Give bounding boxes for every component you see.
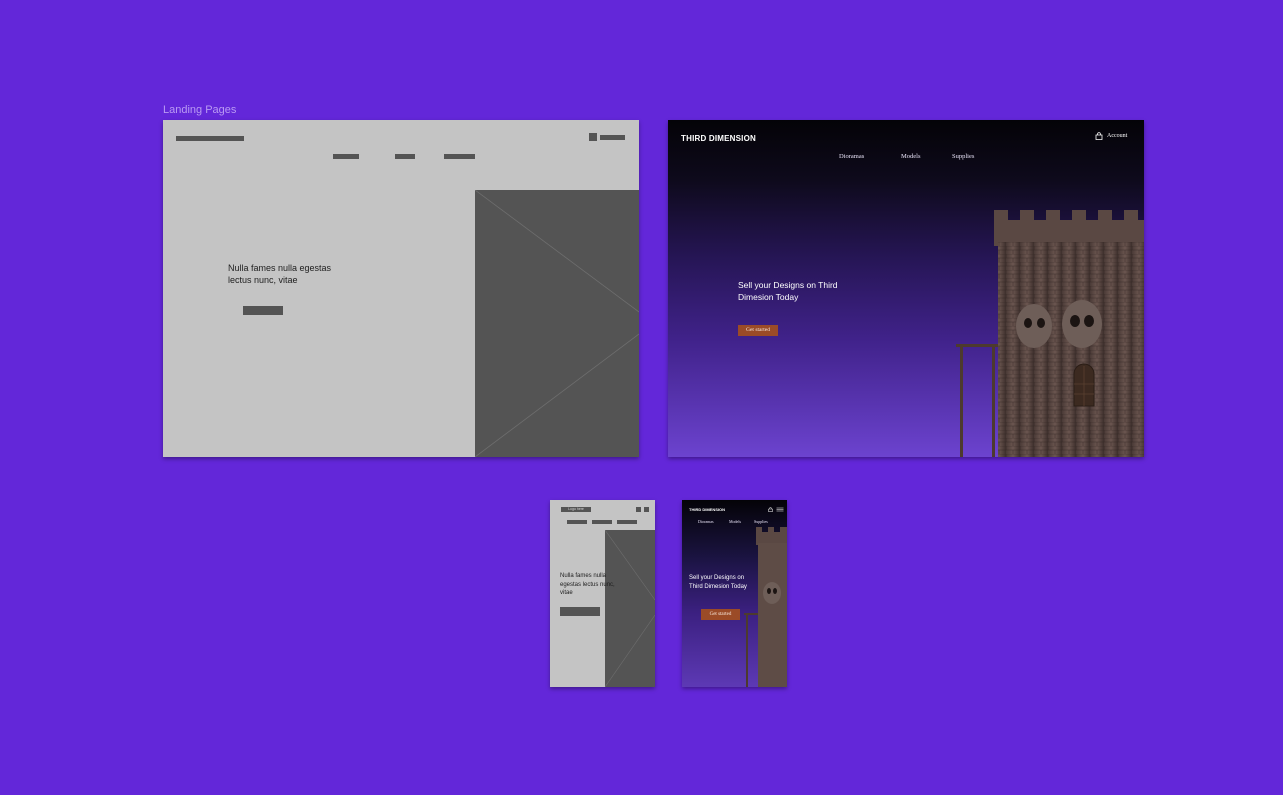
nav-placeholder-3: [444, 154, 475, 159]
brand-logo[interactable]: THIRD DIMENSION: [689, 507, 725, 512]
section-label: Landing Pages: [163, 104, 237, 116]
nav-supplies[interactable]: Supplies: [754, 519, 768, 524]
logo-placeholder-label: Logo here: [568, 507, 584, 511]
account-placeholder: [600, 135, 625, 140]
wireframe-button-placeholder: [243, 306, 283, 315]
tower-image: [744, 527, 787, 687]
nav-placeholder-1: [333, 154, 359, 159]
image-placeholder: [475, 190, 639, 457]
image-placeholder: [605, 530, 655, 687]
hero-title: Sell your Designs on Third Dimesion Toda…: [738, 280, 838, 302]
desktop-design-frame[interactable]: THIRD DIMENSION Account Dioramas Models …: [668, 120, 1144, 457]
account-link[interactable]: Account: [1095, 132, 1127, 140]
get-started-button[interactable]: Get started: [738, 325, 778, 336]
hero-title: Sell your Designs on Third Dimesion Toda…: [689, 575, 747, 590]
nav-dioramas[interactable]: Dioramas: [698, 519, 714, 524]
nav-placeholder-1: [567, 520, 587, 524]
nav-supplies[interactable]: Supplies: [952, 153, 974, 160]
nav-placeholder-2: [395, 154, 415, 159]
wireframe-hero-text: Nulla fames nulla egestas lectus nunc, v…: [560, 573, 615, 596]
nav-models[interactable]: Models: [901, 153, 921, 160]
placeholder-cross-lines: [605, 530, 655, 687]
icon-placeholder: [589, 133, 597, 141]
icon-placeholder-1: [636, 507, 641, 512]
desktop-wireframe-frame[interactable]: Nulla fames nulla egestas lectus nunc, v…: [163, 120, 639, 457]
nav-placeholder-2: [592, 520, 612, 524]
bag-icon[interactable]: [768, 507, 773, 512]
brand-logo[interactable]: THIRD DIMENSION: [681, 134, 756, 143]
get-started-button[interactable]: Get started: [701, 609, 740, 620]
nav-models[interactable]: Models: [729, 519, 741, 524]
tower-image: [956, 210, 1144, 457]
wireframe-hero-text: Nulla fames nulla egestas lectus nunc, v…: [228, 263, 332, 285]
bag-icon: [1095, 132, 1103, 140]
nav-placeholder-3: [617, 520, 637, 524]
mobile-wireframe-frame[interactable]: Logo here Nulla fames nulla egestas lect…: [550, 500, 655, 687]
menu-icon[interactable]: [776, 507, 784, 512]
nav-dioramas[interactable]: Dioramas: [839, 153, 864, 160]
placeholder-cross-lines: [475, 190, 639, 457]
account-label: Account: [1107, 133, 1128, 139]
icon-placeholder-2: [644, 507, 649, 512]
wireframe-button-placeholder: [560, 607, 600, 616]
mobile-design-frame[interactable]: THIRD DIMENSION Dioramas Models Supplies…: [682, 500, 787, 687]
logo-placeholder: [176, 136, 244, 141]
